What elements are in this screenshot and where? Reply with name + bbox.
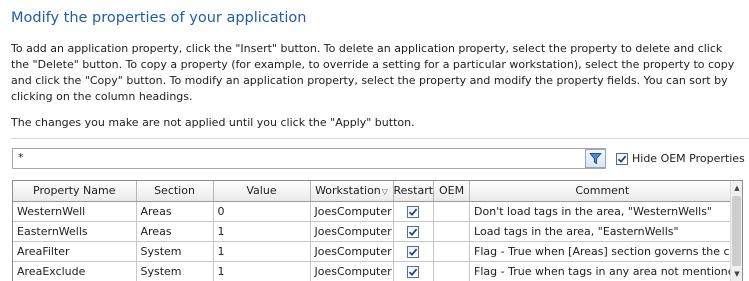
column-header-comment[interactable]: Comment — [469, 181, 736, 202]
apply-note-text: The changes you make are not applied unt… — [11, 116, 415, 129]
vertical-scrollbar[interactable]: ▲ ▼ — [730, 181, 742, 281]
column-header-workstation[interactable]: Workstation▽ — [310, 181, 394, 202]
comment-cell[interactable]: Don't load tags in the area, "WesternWel… — [469, 201, 736, 222]
scroll-down-arrow-icon[interactable]: ▼ — [731, 267, 742, 281]
column-header-workstation-label: Workstation — [315, 184, 381, 198]
filter-funnel-icon — [589, 153, 602, 164]
workstation-cell[interactable]: JoesComputer — [310, 261, 394, 281]
section-cell[interactable]: Areas — [136, 201, 214, 222]
filter-button[interactable] — [585, 149, 606, 168]
header-row: Property Name Section Value Workstation▽… — [13, 181, 736, 202]
oem-cell[interactable] — [433, 261, 471, 281]
property-name-cell[interactable]: AreaFilter — [13, 241, 137, 262]
checkmark-icon — [409, 208, 418, 216]
table-row[interactable]: WesternWell Areas 0 JoesComputer Don't l… — [13, 201, 736, 222]
checkmark-icon — [617, 155, 627, 163]
value-cell[interactable]: 0 — [213, 201, 311, 222]
restart-cell — [393, 261, 435, 281]
scrollbar-thumb[interactable] — [732, 196, 741, 266]
filter-input[interactable]: * — [12, 148, 606, 169]
restart-checkbox[interactable] — [407, 225, 420, 238]
value-cell[interactable]: 1 — [213, 241, 311, 262]
property-name-cell[interactable]: WesternWell — [13, 201, 137, 222]
column-header-value[interactable]: Value — [213, 181, 311, 202]
section-cell[interactable]: Areas — [136, 221, 214, 242]
checkmark-icon — [409, 248, 418, 256]
column-header-oem[interactable]: OEM — [433, 181, 471, 202]
page-title: Modify the properties of your applicatio… — [11, 10, 307, 26]
restart-cell — [393, 241, 435, 262]
column-header-restart[interactable]: Restart — [393, 181, 435, 202]
oem-cell[interactable] — [433, 221, 471, 242]
restart-cell — [393, 201, 435, 222]
property-name-cell[interactable]: EasternWells — [13, 221, 137, 242]
checkmark-icon — [409, 228, 418, 236]
value-cell[interactable]: 1 — [213, 261, 311, 281]
table-row[interactable]: EasternWells Areas 1 JoesComputer Load t… — [13, 221, 736, 242]
divider — [11, 138, 749, 139]
hide-oem-toggle[interactable]: Hide OEM Properties — [616, 152, 745, 165]
instructions-text: To add an application property, click th… — [11, 42, 735, 103]
checkmark-icon — [409, 268, 418, 276]
hide-oem-checkbox[interactable] — [616, 152, 628, 165]
section-cell[interactable]: System — [136, 261, 214, 281]
comment-cell[interactable]: Flag - True when tags in any area not me… — [469, 261, 736, 281]
restart-checkbox[interactable] — [407, 245, 420, 258]
restart-checkbox[interactable] — [407, 205, 420, 218]
workstation-cell[interactable]: JoesComputer — [310, 201, 394, 222]
section-cell[interactable]: System — [136, 241, 214, 262]
properties-grid: Property Name Section Value Workstation▽… — [12, 180, 743, 281]
table-row[interactable]: AreaFilter System 1 JoesComputer Flag - … — [13, 241, 736, 262]
comment-cell[interactable]: Load tags in the area, "EasternWells" — [469, 221, 736, 242]
column-header-property-name[interactable]: Property Name — [13, 181, 137, 202]
oem-cell[interactable] — [433, 201, 471, 222]
workstation-cell[interactable]: JoesComputer — [310, 241, 394, 262]
workstation-cell[interactable]: JoesComputer — [310, 221, 394, 242]
scroll-up-arrow-icon[interactable]: ▲ — [731, 181, 742, 195]
sort-indicator-icon: ▽ — [381, 187, 388, 197]
property-name-cell[interactable]: AreaExclude — [13, 261, 137, 281]
column-header-section[interactable]: Section — [136, 181, 214, 202]
oem-cell[interactable] — [433, 241, 471, 262]
table-row[interactable]: AreaExclude System 1 JoesComputer Flag -… — [13, 261, 736, 281]
restart-checkbox[interactable] — [407, 265, 420, 278]
hide-oem-label: Hide OEM Properties — [632, 152, 745, 165]
value-cell[interactable]: 1 — [213, 221, 311, 242]
properties-table: Property Name Section Value Workstation▽… — [13, 181, 736, 281]
restart-cell — [393, 221, 435, 242]
comment-cell[interactable]: Flag - True when [Areas] section governs… — [469, 241, 736, 262]
